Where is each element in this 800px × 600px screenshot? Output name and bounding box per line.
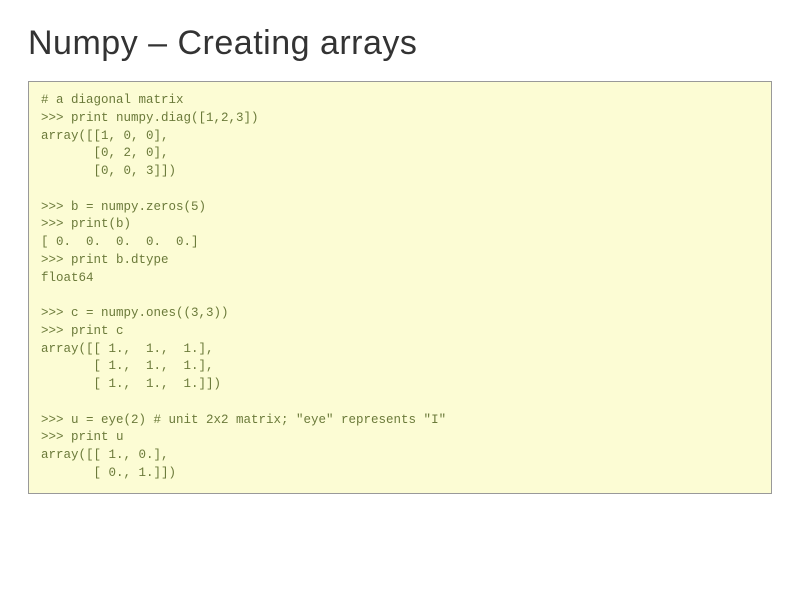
slide-title: Numpy – Creating arrays (28, 24, 772, 63)
code-block: # a diagonal matrix >>> print numpy.diag… (28, 81, 772, 494)
